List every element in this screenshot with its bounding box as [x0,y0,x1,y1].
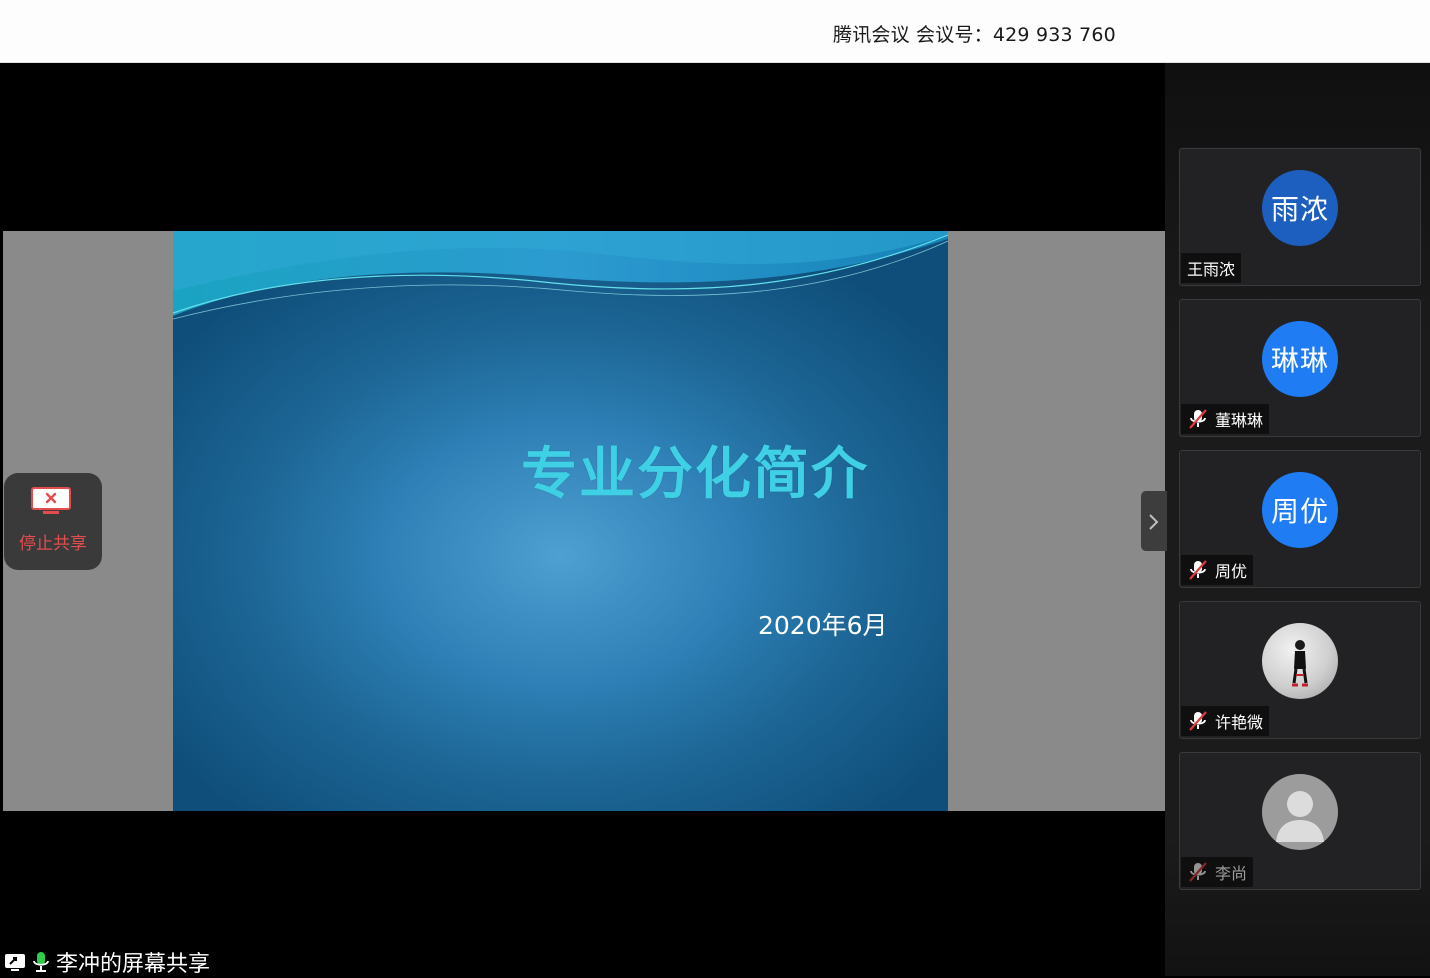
stop-share-icon [31,487,71,514]
mic-muted-icon [1189,711,1207,731]
participant-tile[interactable]: 许艳微 [1179,601,1421,739]
participant-name: 王雨浓 [1187,260,1236,279]
shared-screen-stage: 专业分化简介 2020年6月 [3,63,1165,976]
presentation-slide: 专业分化简介 2020年6月 [173,231,948,811]
slide-title: 专业分化简介 [521,442,869,507]
participant-tile[interactable]: 李尚 [1179,752,1421,890]
avatar: 琳琳 [1262,321,1338,397]
shared-screen-area: 专业分化简介 2020年6月 [3,231,1165,811]
avatar: 雨浓 [1262,170,1338,246]
participant-name: 董琳琳 [1215,411,1264,430]
mic-muted-icon [1189,560,1207,580]
stop-share-button[interactable]: 停止共享 [4,473,102,570]
default-person-avatar [1262,774,1338,850]
slide-wave-decoration [173,231,948,320]
participant-name: 许艳微 [1215,713,1264,732]
top-bar: 腾讯会议 会议号：429 933 760 [0,0,1430,63]
person-silhouette-icon [1276,791,1324,842]
stop-share-label: 停止共享 [19,534,87,554]
mic-muted-icon [1189,409,1207,429]
participant-nameplate: 许艳微 [1181,706,1270,736]
meeting-title: 腾讯会议 会议号：429 933 760 [833,24,1116,46]
participant-tile[interactable]: 雨浓 王雨浓 [1179,148,1421,286]
participant-tile[interactable]: 周优 周优 [1179,450,1421,588]
participant-tile[interactable]: 琳琳 董琳琳 [1179,299,1421,437]
participant-nameplate: 李尚 [1181,857,1254,887]
mic-icon [33,952,49,972]
participant-name: 李尚 [1215,864,1248,883]
chevron-right-icon [1149,514,1159,530]
collapse-sidebar-button[interactable] [1141,491,1167,551]
share-status-label: 李冲的屏幕共享 [56,952,211,977]
participant-name: 周优 [1215,562,1248,581]
participant-nameplate: 董琳琳 [1181,404,1270,434]
participant-nameplate: 周优 [1181,555,1254,585]
slide-date: 2020年6月 [758,611,888,640]
share-status: 李冲的屏幕共享 [4,948,211,977]
mic-muted-icon [1189,862,1207,882]
screen-share-icon [5,954,25,971]
avatar: 周优 [1262,472,1338,548]
person-photo-icon [1292,640,1308,687]
participant-nameplate: 王雨浓 [1181,253,1242,283]
photo-avatar [1262,623,1338,699]
